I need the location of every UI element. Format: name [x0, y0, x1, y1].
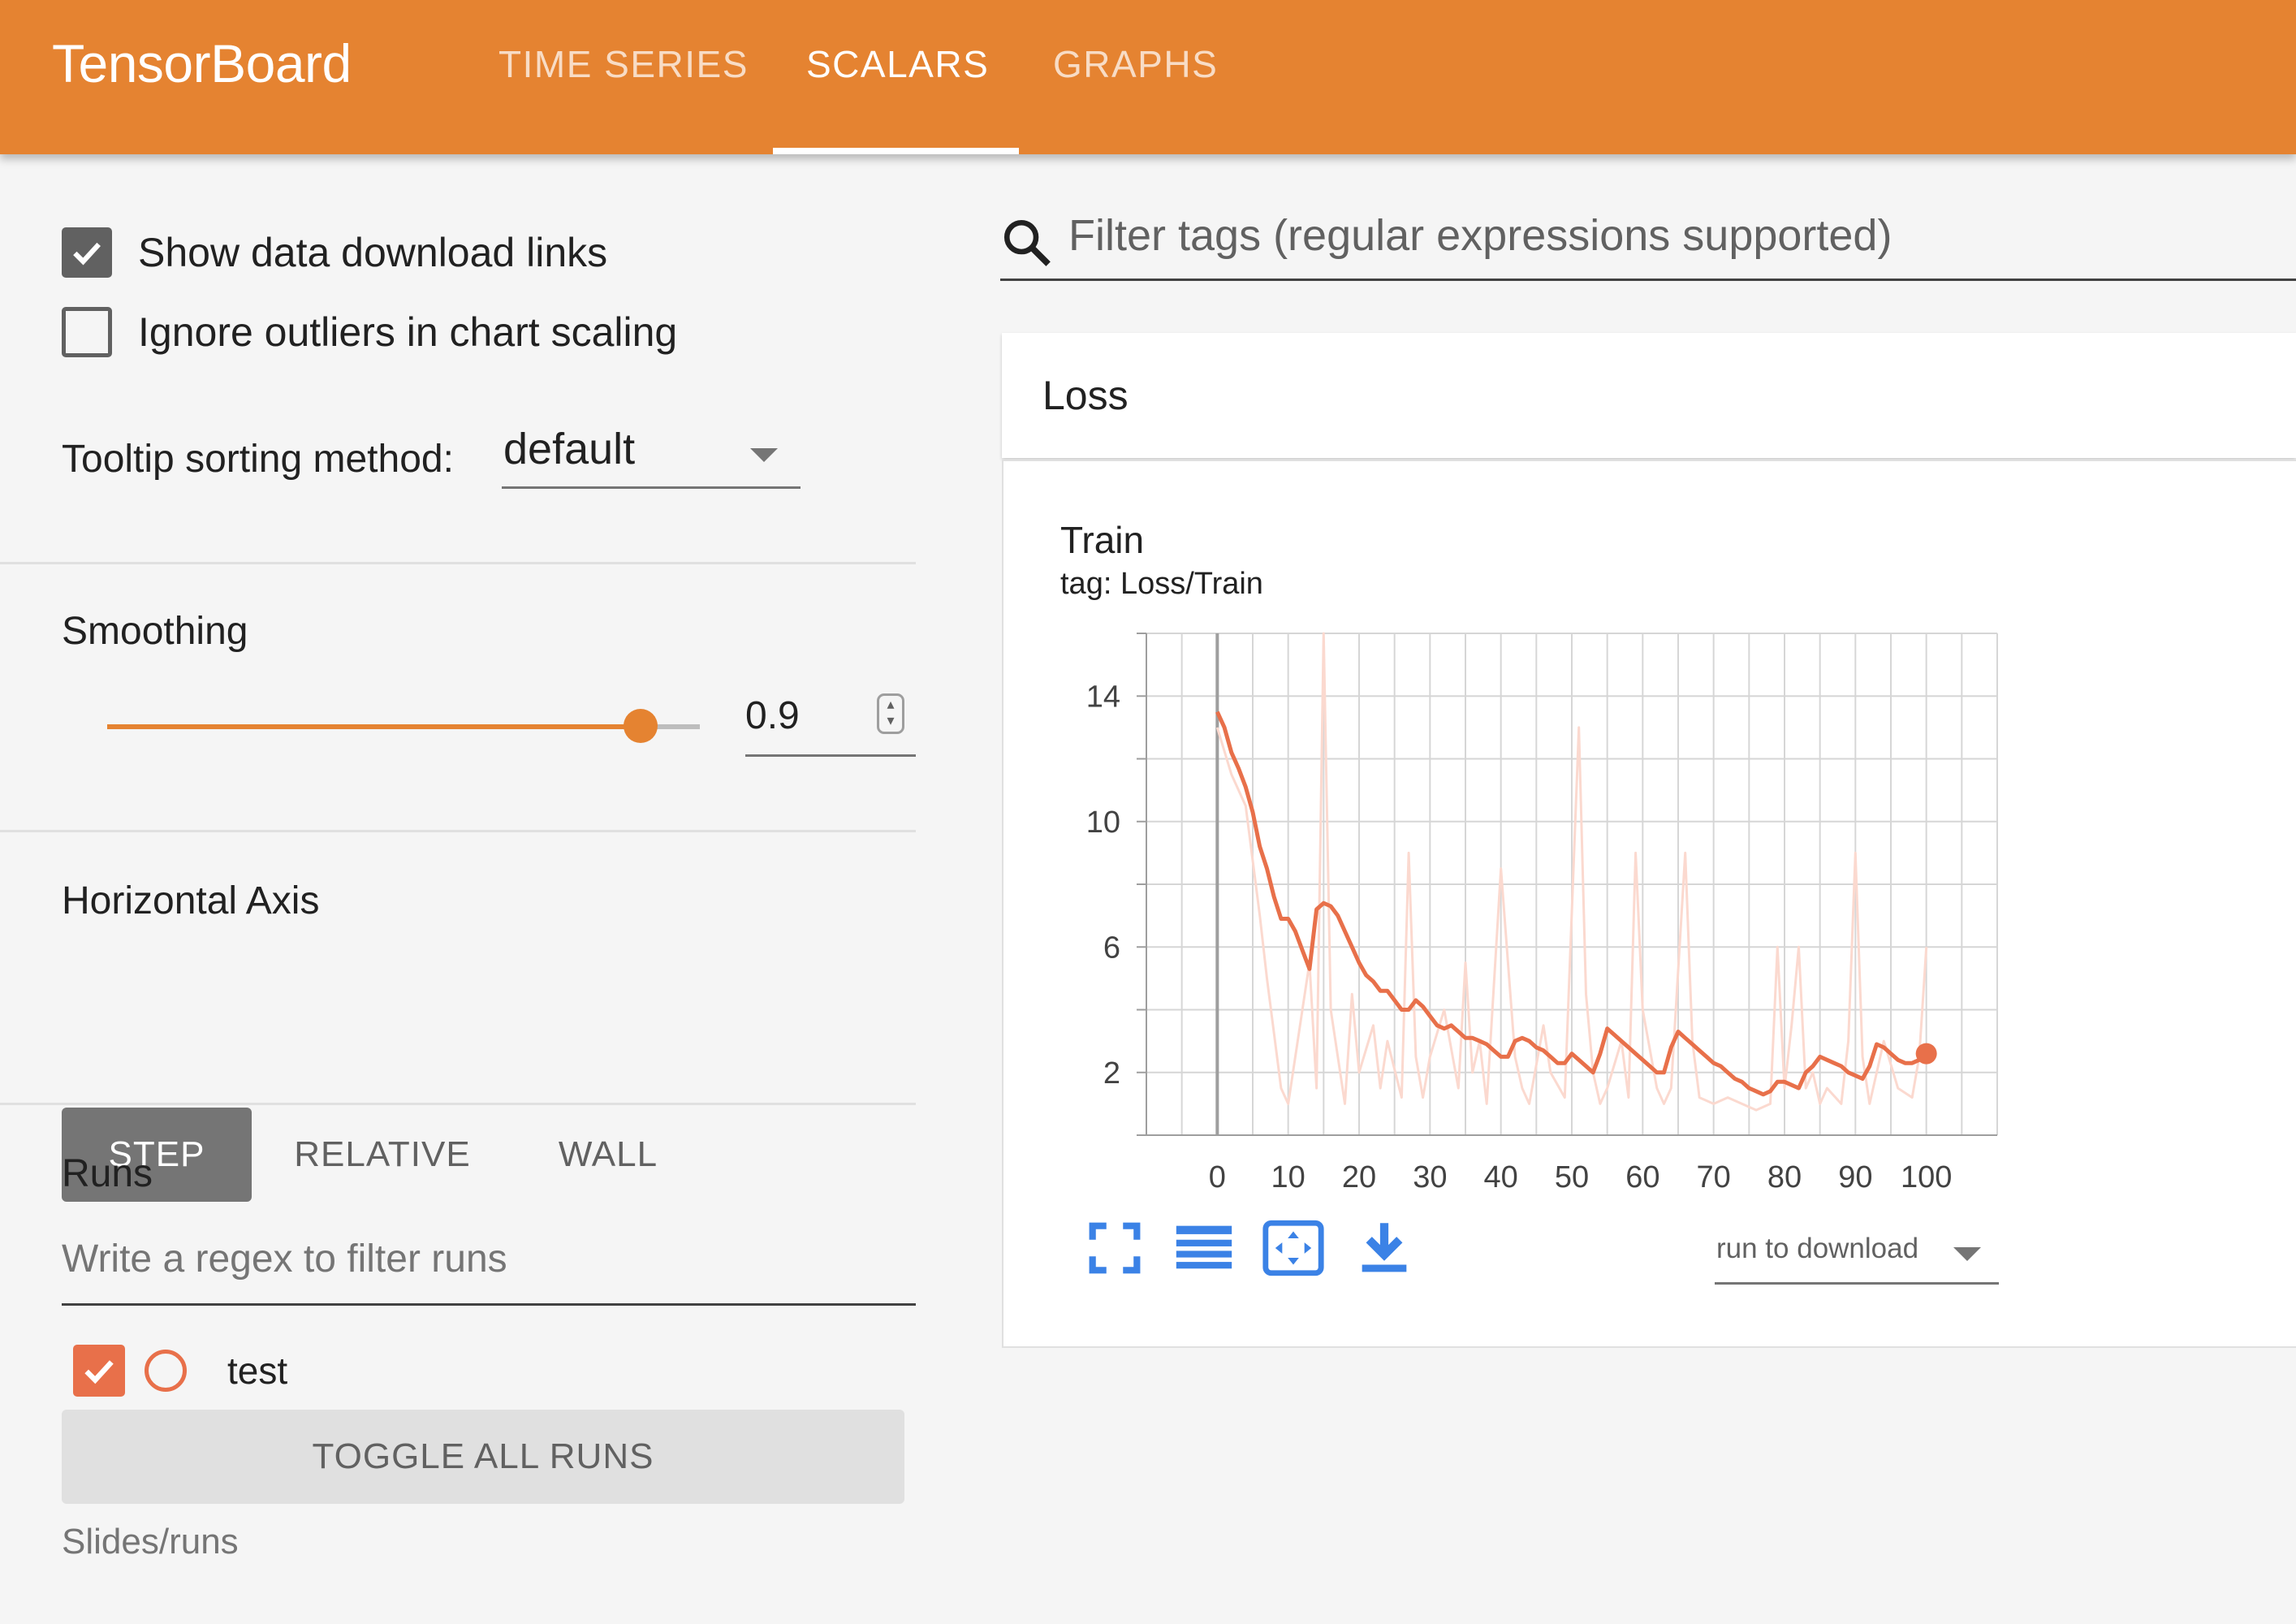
tag-filter-field[interactable] — [1000, 193, 2296, 281]
y-tick-label: 2 — [1103, 1056, 1120, 1091]
x-tick-label: 20 — [1342, 1160, 1376, 1194]
chart-title: Train — [1060, 519, 1145, 561]
tab-scalars[interactable]: SCALARS — [806, 42, 989, 86]
runs-footer-path: Slides/runs — [62, 1522, 239, 1561]
y-tick-label: 6 — [1103, 931, 1120, 965]
series-endpoint-marker — [1915, 1043, 1937, 1065]
run-name: test — [227, 1350, 288, 1392]
smoothing-slider-fill — [107, 724, 641, 729]
run-item-test[interactable]: test — [73, 1345, 287, 1397]
tooltip-sorting-value: default — [503, 425, 636, 473]
x-tick-label: 30 — [1413, 1160, 1447, 1194]
x-tick-label: 50 — [1555, 1160, 1589, 1194]
run-to-download-value: run to download — [1716, 1233, 1919, 1264]
spinner-arrows-icon[interactable]: ▴ ▾ — [877, 693, 904, 734]
axis-relative-button[interactable]: RELATIVE — [279, 1108, 486, 1202]
tooltip-sorting-select[interactable]: default — [502, 424, 801, 489]
smoothing-slider-thumb[interactable] — [624, 709, 658, 743]
ignore-outliers-checkbox[interactable] — [62, 307, 112, 357]
y-tick-label: 14 — [1086, 680, 1120, 714]
x-tick-label: 40 — [1484, 1160, 1518, 1194]
sidebar: Show data download links Ignore outliers… — [0, 154, 916, 1624]
ignore-outliers-label: Ignore outliers in chart scaling — [138, 309, 678, 355]
section-divider — [0, 830, 916, 832]
chart-tag: tag: Loss/Train — [1060, 567, 1263, 601]
smoothing-slider[interactable] — [107, 709, 700, 743]
run-color-radio[interactable] — [145, 1350, 187, 1392]
smoothing-input[interactable]: 0.9 ▴ ▾ — [745, 682, 916, 757]
show-download-links-label: Show data download links — [138, 230, 608, 275]
run-to-download-select[interactable]: run to download — [1715, 1223, 1999, 1285]
show-download-links-option[interactable]: Show data download links — [62, 227, 607, 278]
runs-label: Runs — [62, 1152, 153, 1195]
run-filter-input[interactable] — [62, 1216, 916, 1301]
smoothing-label: Smoothing — [62, 610, 248, 653]
scalar-chart-card: 0 10 20 30 40 50 60 70 80 90 100 2 6 10 14 Train tag: … — [1002, 460, 2296, 1348]
download-icon[interactable] — [1351, 1215, 1418, 1281]
section-divider — [0, 562, 916, 564]
tab-time-series[interactable]: TIME SERIES — [498, 42, 749, 86]
run-filter-field[interactable] — [62, 1216, 916, 1306]
active-tab-indicator — [773, 148, 1019, 154]
y-tick-label: 10 — [1086, 806, 1120, 840]
tag-filter-input[interactable] — [1068, 193, 2286, 278]
fullscreen-icon[interactable] — [1081, 1215, 1148, 1281]
dropdown-arrow-icon — [750, 448, 778, 462]
x-tick-label: 10 — [1271, 1160, 1306, 1194]
x-tick-label: 100 — [1901, 1160, 1952, 1194]
app-header: TensorBoard TIME SERIES SCALARS GRAPHS — [0, 0, 2296, 154]
fit-domain-icon[interactable] — [1260, 1215, 1327, 1281]
checkmark-icon — [84, 1360, 114, 1384]
x-tick-label: 0 — [1209, 1160, 1226, 1194]
dropdown-arrow-icon — [1953, 1247, 1981, 1261]
ignore-outliers-option[interactable]: Ignore outliers in chart scaling — [62, 307, 677, 357]
category-title: Loss — [1042, 373, 1129, 418]
x-tick-label: 70 — [1697, 1160, 1731, 1194]
tooltip-sorting-label: Tooltip sorting method: — [62, 438, 454, 481]
show-download-links-checkbox[interactable] — [62, 227, 112, 278]
x-tick-label: 80 — [1767, 1160, 1802, 1194]
run-checkbox[interactable] — [73, 1345, 125, 1397]
data-table-icon[interactable] — [1171, 1215, 1237, 1281]
checkmark-icon — [73, 242, 101, 266]
smoothing-value: 0.9 — [745, 694, 800, 737]
toggle-all-runs-button[interactable]: TOGGLE ALL RUNS — [62, 1410, 904, 1504]
category-header[interactable]: Loss — [1002, 333, 2296, 458]
tab-graphs[interactable]: GRAPHS — [1053, 42, 1218, 86]
x-tick-label: 90 — [1838, 1160, 1872, 1194]
axis-wall-button[interactable]: WALL — [516, 1108, 700, 1202]
search-icon — [1003, 219, 1051, 266]
horizontal-axis-label: Horizontal Axis — [62, 879, 320, 922]
section-divider — [0, 1103, 916, 1105]
app-title[interactable]: TensorBoard — [52, 32, 352, 94]
x-tick-label: 60 — [1625, 1160, 1659, 1194]
